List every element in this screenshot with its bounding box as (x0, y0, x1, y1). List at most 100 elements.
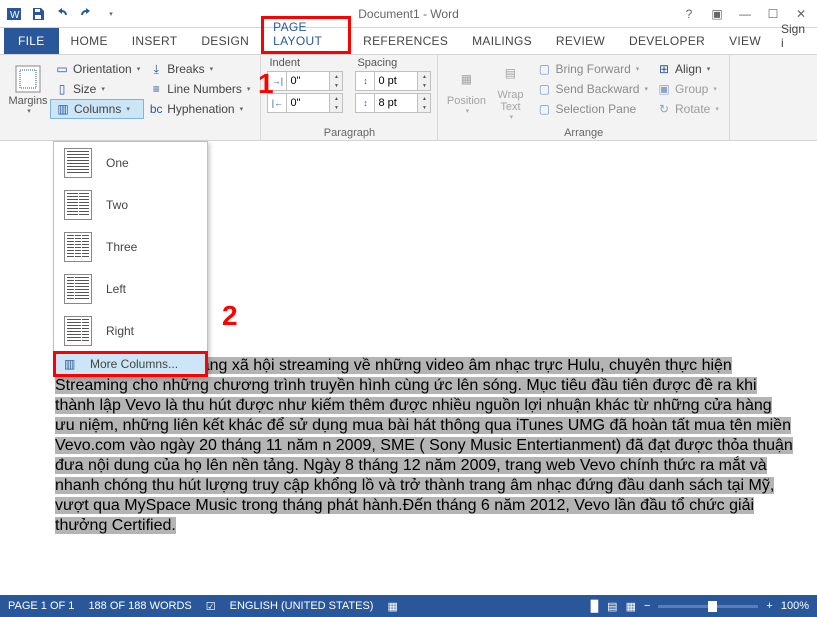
tab-insert[interactable]: INSERT (120, 30, 190, 54)
hyphenation-icon: bc (148, 101, 164, 117)
indent-left-input[interactable] (287, 71, 329, 91)
group-button: ▣Group (652, 79, 723, 99)
tab-mailings[interactable]: MAILINGS (460, 30, 544, 54)
columns-right-icon (64, 316, 92, 346)
columns-button[interactable]: ▥Columns (50, 99, 144, 119)
zoom-slider[interactable] (658, 605, 758, 608)
align-icon: ⊞ (656, 61, 672, 77)
more-columns-label: More Columns... (90, 357, 178, 371)
orientation-button[interactable]: ▭Orientation (50, 59, 144, 79)
margins-button[interactable]: Margins (6, 57, 50, 121)
line-numbers-label: Line Numbers (167, 82, 242, 96)
group-label: Group (675, 82, 708, 96)
redo-icon[interactable] (76, 4, 96, 24)
margins-icon (12, 63, 44, 95)
document-title: Document1 - Word (358, 7, 458, 21)
tab-view[interactable]: VIEW (717, 30, 773, 54)
zoom-out-button[interactable]: − (644, 600, 650, 612)
proofing-icon[interactable]: ☑ (206, 600, 216, 613)
word-count[interactable]: 188 OF 188 WORDS (88, 600, 191, 612)
qat-customize-icon[interactable] (100, 4, 120, 24)
macro-icon[interactable]: ▦ (387, 600, 397, 613)
margins-label: Margins (8, 95, 47, 107)
breaks-label: Breaks (167, 62, 204, 76)
web-layout-icon[interactable]: ▦ (626, 600, 636, 613)
print-layout-icon[interactable]: ▤ (607, 600, 617, 613)
undo-icon[interactable] (52, 4, 72, 24)
group-arrange-label: Arrange (438, 127, 728, 139)
columns-option-one[interactable]: One (54, 142, 207, 184)
zoom-in-button[interactable]: + (766, 600, 772, 612)
wrap-text-button: ▤ Wrap Text (488, 57, 532, 121)
group-icon: ▣ (656, 81, 672, 97)
tab-design[interactable]: DESIGN (189, 30, 261, 54)
rotate-icon: ↻ (656, 101, 672, 117)
more-columns-icon: ▥ (64, 357, 80, 371)
align-button[interactable]: ⊞Align (652, 59, 723, 79)
bring-forward-icon: ▢ (536, 61, 552, 77)
size-icon: ▯ (54, 81, 70, 97)
tab-home[interactable]: HOME (59, 30, 120, 54)
columns-more-option[interactable]: ▥ More Columns... (53, 351, 208, 377)
space-before-spinner[interactable]: ↕ ▲▼ (355, 71, 431, 91)
language-indicator[interactable]: ENGLISH (UNITED STATES) (230, 600, 374, 612)
space-after-input[interactable] (375, 93, 417, 113)
hyphenation-button[interactable]: bcHyphenation (144, 99, 254, 119)
space-before-input[interactable] (375, 71, 417, 91)
columns-right-label: Right (106, 324, 134, 338)
bring-forward-label: Bring Forward (555, 62, 630, 76)
send-backward-button: ▢Send Backward (532, 79, 652, 99)
space-after-spinner[interactable]: ↕ ▲▼ (355, 93, 431, 113)
columns-one-icon (64, 148, 92, 178)
save-icon[interactable] (28, 4, 48, 24)
send-backward-icon: ▢ (536, 81, 552, 97)
columns-option-right[interactable]: Right (54, 310, 207, 352)
group-paragraph: Indent →| ▲▼ |← ▲▼ Spacing ↕ ▲▼ (261, 55, 438, 140)
columns-option-left[interactable]: Left (54, 268, 207, 310)
tab-page-layout[interactable]: PAGE LAYOUT (261, 16, 351, 54)
minimize-icon[interactable]: — (733, 4, 757, 24)
size-button[interactable]: ▯Size (50, 79, 144, 99)
breaks-button[interactable]: ⤓Breaks (144, 59, 254, 79)
columns-three-label: Three (106, 240, 137, 254)
columns-option-three[interactable]: Three (54, 226, 207, 268)
size-label: Size (73, 82, 96, 96)
read-mode-icon[interactable]: ▉ (591, 600, 599, 613)
position-label: Position (447, 95, 486, 107)
line-numbers-button[interactable]: ≡Line Numbers (144, 79, 254, 99)
selected-text: ấy ý tưởng từ một mạng xã hội streaming … (55, 357, 793, 534)
space-after-icon: ↕ (355, 93, 375, 113)
selection-pane-button[interactable]: ▢Selection Pane (532, 99, 652, 119)
tab-developer[interactable]: DEVELOPER (617, 30, 717, 54)
hyphenation-label: Hyphenation (167, 102, 234, 116)
ribbon: Margins ▭Orientation ▯Size ▥Columns ⤓Bre… (0, 55, 817, 141)
ribbon-display-icon[interactable]: ▣ (705, 4, 729, 24)
indent-right-spinner[interactable]: |← ▲▼ (267, 93, 343, 113)
bring-forward-button: ▢Bring Forward (532, 59, 652, 79)
orientation-icon: ▭ (54, 61, 70, 77)
columns-two-label: Two (106, 198, 128, 212)
help-icon[interactable]: ? (677, 4, 701, 24)
document-paragraph[interactable]: ấy ý tưởng từ một mạng xã hội streaming … (55, 356, 795, 536)
page-indicator[interactable]: PAGE 1 OF 1 (8, 600, 74, 612)
zoom-level[interactable]: 100% (781, 600, 809, 612)
breaks-icon: ⤓ (148, 61, 164, 77)
columns-option-two[interactable]: Two (54, 184, 207, 226)
word-app-icon[interactable]: W (4, 4, 24, 24)
wrap-text-label: Wrap Text (488, 89, 532, 113)
indent-left-spinner[interactable]: →| ▲▼ (267, 71, 343, 91)
selection-pane-icon: ▢ (536, 101, 552, 117)
quick-access-toolbar: W (4, 4, 120, 24)
group-paragraph-label: Paragraph (261, 127, 437, 139)
align-label: Align (675, 62, 702, 76)
indent-right-input[interactable] (287, 93, 329, 113)
columns-dropdown-menu: One Two Three Left Right ▥ More Columns.… (53, 141, 208, 377)
sign-in-link[interactable]: Sign i (773, 18, 813, 54)
tab-references[interactable]: REFERENCES (351, 30, 460, 54)
rotate-button: ↻Rotate (652, 99, 723, 119)
tab-file[interactable]: FILE (4, 28, 59, 54)
title-bar: W Document1 - Word ? ▣ — ☐ ✕ (0, 0, 817, 28)
wrap-text-icon: ▤ (494, 57, 526, 89)
tab-review[interactable]: REVIEW (544, 30, 617, 54)
ribbon-tabs: FILE HOME INSERT DESIGN PAGE LAYOUT REFE… (0, 28, 817, 55)
